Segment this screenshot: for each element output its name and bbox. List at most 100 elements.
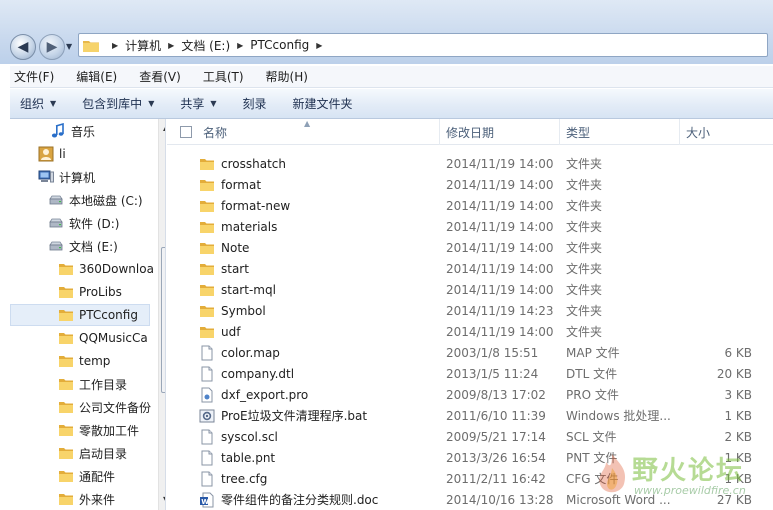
nav-item[interactable]: temp <box>58 350 110 372</box>
folder-icon <box>199 198 215 214</box>
file-name-cell[interactable]: start-mql <box>199 279 439 300</box>
folder-icon <box>58 330 74 346</box>
file-row[interactable]: format-new 2014/11/19 14:00 文件夹 <box>167 195 773 216</box>
burn-button[interactable]: 刻录 <box>243 95 267 112</box>
share-label: 共享 <box>180 97 205 111</box>
column-size[interactable]: 大小 <box>680 119 773 145</box>
breadcrumb-drive-e[interactable]: 文档 (E:) ▶ <box>181 37 250 54</box>
file-name-cell[interactable]: table.pnt <box>199 447 439 468</box>
file-row[interactable]: Symbol 2014/11/19 14:23 文件夹 <box>167 300 773 321</box>
file-row[interactable]: ProE垃圾文件清理程序.bat 2011/6/10 11:39 Windows 批… <box>167 405 773 426</box>
file-name-cell[interactable]: crosshatch <box>199 153 439 174</box>
file-row[interactable]: format 2014/11/19 14:00 文件夹 <box>167 174 773 195</box>
file-row[interactable]: W 零件组件的备注分类规则.doc 2014/10/16 13:28 Microsof… <box>167 489 773 510</box>
file-type: 文件夹 <box>566 220 603 234</box>
breadcrumb-separator-icon[interactable]: ▶ <box>237 41 243 50</box>
nav-item[interactable]: 公司文件备份 <box>58 396 151 418</box>
file-row[interactable]: syscol.scl 2009/5/21 17:14 SCL 文件 2 KB <box>167 426 773 447</box>
menu-view[interactable]: 查看(V) <box>135 66 185 87</box>
file-row[interactable]: Note 2014/11/19 14:00 文件夹 <box>167 237 773 258</box>
file-row[interactable]: tree.cfg 2011/2/11 16:42 CFG 文件 1 KB <box>167 468 773 489</box>
file-row[interactable]: start-mql 2014/11/19 14:00 文件夹 <box>167 279 773 300</box>
menu-tools[interactable]: 工具(T) <box>199 66 248 87</box>
nav-item[interactable]: 文档 (E:) <box>48 235 118 257</box>
file-name-cell[interactable]: company.dtl <box>199 363 439 384</box>
nav-item-label: 启动目录 <box>79 446 128 461</box>
menu-edit[interactable]: 编辑(E) <box>72 66 121 87</box>
breadcrumb-separator-icon[interactable]: ▶ <box>168 41 174 50</box>
scrollbar-thumb[interactable] <box>161 247 165 393</box>
new-folder-button[interactable]: 新建文件夹 <box>293 95 353 112</box>
file-type: 文件夹 <box>566 283 603 297</box>
nav-item[interactable]: PTCconfig <box>10 304 150 326</box>
file-size: 27 KB <box>716 492 752 507</box>
file-size <box>686 153 752 174</box>
menu-file[interactable]: 文件(F) <box>10 66 58 87</box>
drive-icon <box>48 215 64 231</box>
recent-pages-dropdown[interactable]: ▼ <box>66 42 76 52</box>
share-button[interactable]: 共享 ▼ <box>180 95 216 112</box>
nav-item[interactable]: 计算机 <box>38 166 95 188</box>
file-row[interactable]: udf 2014/11/19 14:00 文件夹 <box>167 321 773 342</box>
nav-item[interactable]: 本地磁盘 (C:) <box>48 189 143 211</box>
nav-item[interactable]: 零散加工件 <box>58 419 139 441</box>
file-name-cell[interactable]: dxf_export.pro <box>199 384 439 405</box>
breadcrumb-ptcconfig[interactable]: PTCconfig ▶ <box>250 38 329 52</box>
breadcrumb-separator-icon: ▶ <box>112 40 119 50</box>
file-name-cell[interactable]: format <box>199 174 439 195</box>
select-all-checkbox[interactable] <box>180 126 192 138</box>
file-name-cell[interactable]: format-new <box>199 195 439 216</box>
file-type: 文件夹 <box>566 157 603 171</box>
organize-button[interactable]: 组织 ▼ <box>20 95 56 112</box>
folder-icon <box>199 261 215 277</box>
nav-item-label: 外来件 <box>79 492 116 507</box>
svg-text:W: W <box>201 497 209 505</box>
file-name-cell[interactable]: syscol.scl <box>199 426 439 447</box>
file-date: 2014/10/16 13:28 <box>446 492 554 507</box>
breadcrumb-separator-icon[interactable]: ▶ <box>316 41 322 50</box>
nav-item[interactable]: li <box>38 143 66 165</box>
nav-item[interactable]: 外来件 <box>58 488 115 510</box>
file-row[interactable]: materials 2014/11/19 14:00 文件夹 <box>167 216 773 237</box>
file-row[interactable]: color.map 2003/1/8 15:51 MAP 文件 6 KB <box>167 342 773 363</box>
nav-item[interactable]: 软件 (D:) <box>48 212 119 234</box>
file-name-cell[interactable]: ProE垃圾文件清理程序.bat <box>199 405 439 426</box>
file-name-cell[interactable]: Symbol <box>199 300 439 321</box>
navigation-scrollbar[interactable]: ▲ ▼ <box>158 119 165 510</box>
file-name-cell[interactable]: color.map <box>199 342 439 363</box>
column-date[interactable]: 修改日期 <box>440 119 560 145</box>
file-row[interactable]: crosshatch 2014/11/19 14:00 文件夹 <box>167 153 773 174</box>
nav-item[interactable]: QQMusicCa <box>58 327 148 349</box>
file-name-cell[interactable]: tree.cfg <box>199 468 439 489</box>
file-size: 6 KB <box>724 345 752 360</box>
file-row[interactable]: start 2014/11/19 14:00 文件夹 <box>167 258 773 279</box>
nav-item-label: 通配件 <box>79 469 116 484</box>
file-name-cell[interactable]: start <box>199 258 439 279</box>
nav-item[interactable]: 工作目录 <box>58 373 127 395</box>
scroll-down-icon[interactable]: ▼ <box>163 495 165 504</box>
file-row[interactable]: table.pnt 2013/3/26 16:54 PNT 文件 1 KB <box>167 447 773 468</box>
nav-item[interactable]: ProLibs <box>58 281 122 303</box>
file-size <box>686 174 752 195</box>
include-in-library-button[interactable]: 包含到库中 ▼ <box>82 95 154 112</box>
back-button[interactable]: ◀ <box>10 34 36 60</box>
breadcrumb-computer[interactable]: 计算机 ▶ <box>125 37 181 54</box>
file-name-cell[interactable]: Note <box>199 237 439 258</box>
forward-button[interactable]: ▶ <box>39 34 65 60</box>
file-name: dxf_export.pro <box>221 387 309 402</box>
file-name-cell[interactable]: udf <box>199 321 439 342</box>
column-name[interactable]: 名称 <box>197 119 440 145</box>
nav-item[interactable]: 音乐 <box>50 120 95 142</box>
column-type[interactable]: 类型 <box>560 119 680 145</box>
address-breadcrumb[interactable]: ▶ 计算机 ▶ 文档 (E:) ▶ PTCconfig ▶ <box>78 33 768 57</box>
nav-item[interactable]: 360Downloa <box>58 258 154 280</box>
file-name-cell[interactable]: W 零件组件的备注分类规则.doc <box>199 489 439 510</box>
nav-item[interactable]: 启动目录 <box>58 442 127 464</box>
file-name-cell[interactable]: materials <box>199 216 439 237</box>
file-row[interactable]: company.dtl 2013/1/5 11:24 DTL 文件 20 KB <box>167 363 773 384</box>
file-date: 2013/1/5 11:24 <box>446 366 539 381</box>
menu-help[interactable]: 帮助(H) <box>262 66 312 87</box>
file-row[interactable]: dxf_export.pro 2009/8/13 17:02 PRO 文件 3 KB <box>167 384 773 405</box>
nav-item[interactable]: 通配件 <box>58 465 115 487</box>
scroll-up-icon[interactable]: ▲ <box>163 123 165 132</box>
